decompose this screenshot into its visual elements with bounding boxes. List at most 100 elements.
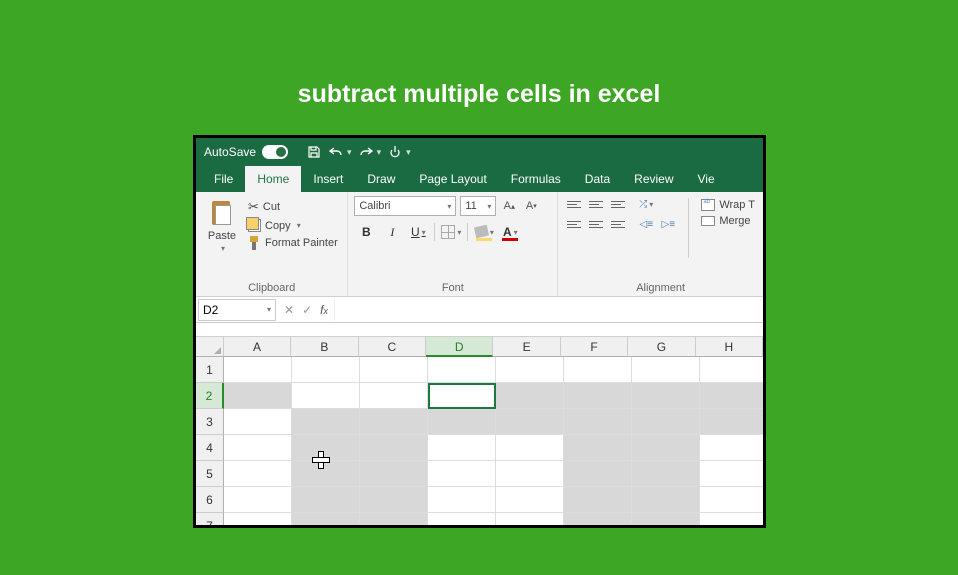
cell[interactable] bbox=[292, 383, 360, 409]
row-header-6[interactable]: 6 bbox=[196, 487, 224, 513]
qat-customize-icon[interactable]: ▾ bbox=[406, 147, 411, 158]
col-header-d[interactable]: D bbox=[426, 337, 493, 357]
select-all-corner[interactable] bbox=[196, 337, 224, 357]
font-size-select[interactable]: 11 ▾ bbox=[460, 196, 496, 216]
cell[interactable] bbox=[292, 357, 360, 383]
cell[interactable] bbox=[496, 409, 564, 435]
save-icon[interactable] bbox=[306, 144, 322, 160]
row-header-3[interactable]: 3 bbox=[196, 409, 224, 435]
col-header-g[interactable]: G bbox=[628, 337, 695, 357]
cell[interactable] bbox=[360, 409, 428, 435]
cell[interactable] bbox=[632, 409, 700, 435]
col-header-f[interactable]: F bbox=[561, 337, 628, 357]
cell[interactable] bbox=[700, 513, 766, 528]
name-box[interactable]: D2 ▾ bbox=[198, 299, 276, 321]
cell[interactable] bbox=[360, 487, 428, 513]
cell[interactable] bbox=[360, 383, 428, 409]
align-top-button[interactable] bbox=[564, 196, 584, 212]
cell[interactable] bbox=[496, 383, 564, 409]
cell[interactable] bbox=[632, 461, 700, 487]
cell[interactable] bbox=[564, 357, 632, 383]
cut-button[interactable]: ✂ Cut bbox=[246, 198, 340, 216]
tab-view[interactable]: Vie bbox=[686, 166, 727, 192]
cell[interactable] bbox=[224, 409, 292, 435]
cell[interactable] bbox=[496, 357, 564, 383]
cell[interactable] bbox=[224, 461, 292, 487]
decrease-font-button[interactable]: A▾ bbox=[522, 197, 540, 215]
tab-file[interactable]: File bbox=[202, 166, 245, 192]
tab-formulas[interactable]: Formulas bbox=[499, 166, 573, 192]
cell[interactable] bbox=[700, 409, 766, 435]
fill-color-button[interactable]: ▾ bbox=[472, 222, 496, 242]
paste-dropdown-icon[interactable]: ▾ bbox=[221, 244, 225, 253]
undo-icon[interactable] bbox=[328, 144, 344, 160]
cell[interactable] bbox=[564, 435, 632, 461]
increase-indent-button[interactable]: ▷≡ bbox=[658, 216, 678, 232]
cell[interactable] bbox=[496, 487, 564, 513]
fx-icon[interactable]: fx bbox=[320, 303, 328, 317]
cell[interactable] bbox=[428, 513, 496, 528]
cell[interactable] bbox=[632, 357, 700, 383]
col-header-h[interactable]: H bbox=[696, 337, 763, 357]
cell[interactable] bbox=[632, 487, 700, 513]
tab-draw[interactable]: Draw bbox=[355, 166, 407, 192]
copy-button[interactable]: Copy ▾ bbox=[246, 218, 340, 233]
tab-data[interactable]: Data bbox=[573, 166, 622, 192]
cell[interactable] bbox=[700, 357, 766, 383]
cell[interactable] bbox=[360, 461, 428, 487]
orientation-button[interactable]: ⤮▾ bbox=[636, 196, 656, 212]
cells-area[interactable] bbox=[224, 357, 766, 528]
cell[interactable] bbox=[292, 513, 360, 528]
copy-dropdown-icon[interactable]: ▾ bbox=[297, 221, 301, 230]
cell[interactable] bbox=[292, 409, 360, 435]
cancel-icon[interactable]: ✕ bbox=[284, 303, 294, 317]
font-color-button[interactable]: A ▾ bbox=[498, 222, 522, 242]
cell[interactable] bbox=[224, 487, 292, 513]
cell[interactable] bbox=[632, 383, 700, 409]
cell[interactable] bbox=[360, 513, 428, 528]
cell[interactable] bbox=[224, 383, 292, 409]
cell[interactable] bbox=[564, 487, 632, 513]
cell[interactable] bbox=[632, 435, 700, 461]
row-header-4[interactable]: 4 bbox=[196, 435, 224, 461]
cell[interactable] bbox=[360, 357, 428, 383]
cell[interactable] bbox=[428, 461, 496, 487]
format-painter-button[interactable]: Format Painter bbox=[246, 235, 340, 251]
cell[interactable] bbox=[700, 487, 766, 513]
row-header-2[interactable]: 2 bbox=[196, 383, 224, 409]
tab-home[interactable]: Home bbox=[245, 166, 301, 192]
align-middle-button[interactable] bbox=[586, 196, 606, 212]
cell[interactable] bbox=[632, 513, 700, 528]
align-right-button[interactable] bbox=[608, 216, 628, 232]
cell[interactable] bbox=[564, 383, 632, 409]
align-left-button[interactable] bbox=[564, 216, 584, 232]
cell[interactable] bbox=[700, 461, 766, 487]
row-header-1[interactable]: 1 bbox=[196, 357, 224, 383]
col-header-b[interactable]: B bbox=[291, 337, 358, 357]
cell-active[interactable] bbox=[428, 383, 496, 409]
cell[interactable] bbox=[428, 435, 496, 461]
cell[interactable] bbox=[700, 383, 766, 409]
wrap-text-button[interactable]: Wrap T bbox=[699, 198, 757, 212]
undo-dropdown-icon[interactable]: ▾ bbox=[347, 147, 352, 158]
autosave-toggle[interactable] bbox=[262, 145, 288, 159]
cell[interactable] bbox=[564, 513, 632, 528]
redo-icon[interactable] bbox=[358, 144, 374, 160]
row-header-7[interactable]: 7 bbox=[196, 513, 224, 528]
tab-page-layout[interactable]: Page Layout bbox=[407, 166, 498, 192]
cell[interactable] bbox=[496, 513, 564, 528]
enter-icon[interactable]: ✓ bbox=[302, 303, 312, 317]
increase-font-button[interactable]: A▴ bbox=[500, 197, 518, 215]
formula-input[interactable] bbox=[334, 299, 763, 321]
cell[interactable] bbox=[360, 435, 428, 461]
underline-button[interactable]: U▾ bbox=[406, 222, 430, 242]
cell[interactable] bbox=[224, 435, 292, 461]
col-header-a[interactable]: A bbox=[224, 337, 291, 357]
redo-dropdown-icon[interactable]: ▾ bbox=[377, 147, 382, 158]
align-bottom-button[interactable] bbox=[608, 196, 628, 212]
cell[interactable] bbox=[496, 461, 564, 487]
cell[interactable] bbox=[700, 435, 766, 461]
cell[interactable] bbox=[496, 435, 564, 461]
cell[interactable] bbox=[428, 487, 496, 513]
cell[interactable] bbox=[224, 357, 292, 383]
